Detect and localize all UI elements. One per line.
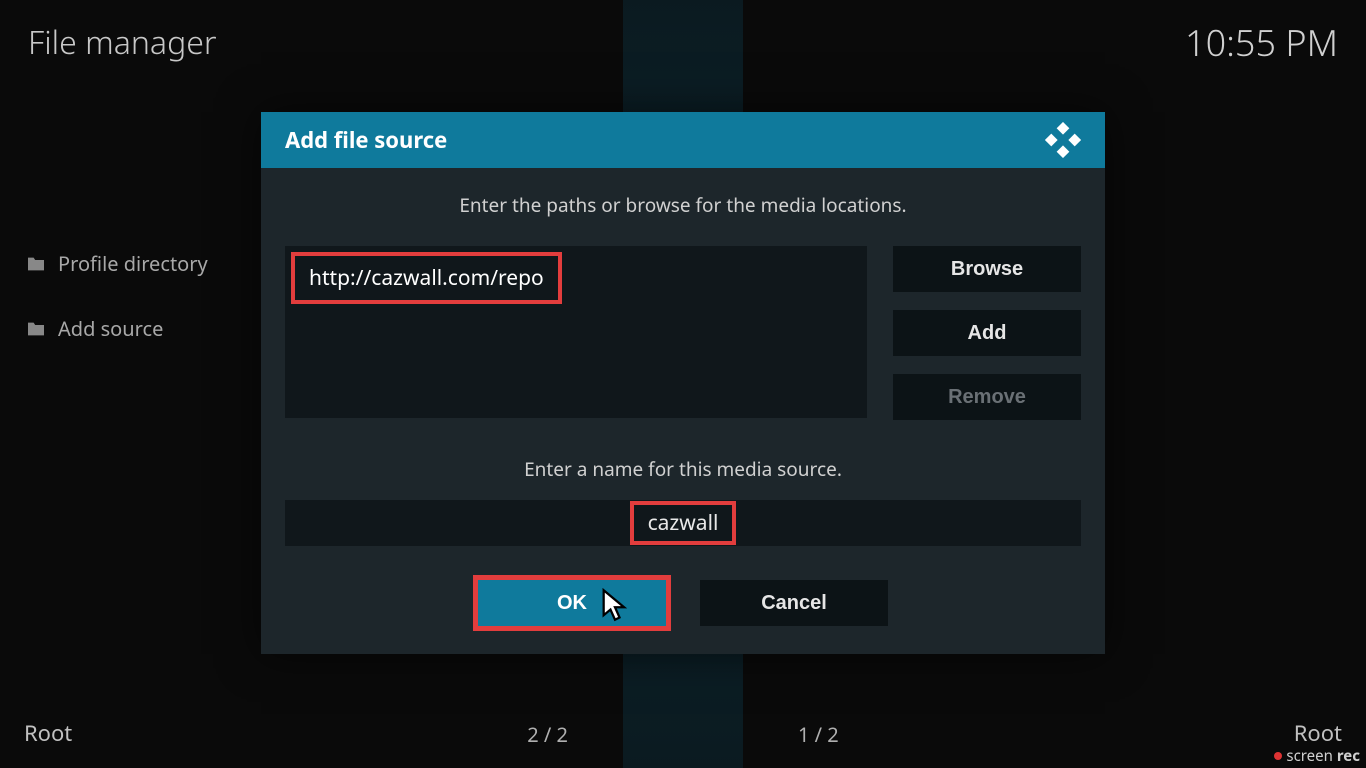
clock: 10:55 PM [1185,18,1338,67]
folder-icon [26,256,46,272]
page-title: File manager [28,21,217,64]
record-dot-icon [1274,752,1282,760]
source-name-input[interactable]: cazwall [285,500,1081,546]
cancel-button[interactable]: Cancel [700,580,888,626]
left-root-label: Root [24,718,72,748]
source-name-value: cazwall [630,501,737,545]
browse-button[interactable]: Browse [893,246,1081,292]
screenrec-watermark: screenrec [1274,746,1360,766]
screenrec-text-heavy: rec [1337,746,1360,766]
dialog-title-bar: Add file source [261,112,1105,168]
ok-button[interactable]: OK [478,580,666,626]
folder-icon [26,321,46,337]
paths-instruction: Enter the paths or browse for the media … [285,192,1081,218]
right-root-label: Root [1294,718,1342,748]
list-item[interactable]: Add source [18,305,248,352]
add-file-source-dialog: Add file source Enter the paths or brows… [261,112,1105,654]
kodi-logo-icon [1045,122,1081,158]
screenrec-text-light: screen [1286,746,1332,766]
paths-list[interactable]: http://cazwall.com/repo [285,246,867,418]
file-list-left: Profile directory Add source [18,240,248,370]
list-item[interactable]: Profile directory [18,240,248,287]
remove-button: Remove [893,374,1081,420]
dialog-title: Add file source [285,125,447,155]
list-item-label: Add source [58,315,163,342]
name-instruction: Enter a name for this media source. [285,456,1081,482]
add-button[interactable]: Add [893,310,1081,356]
list-item-label: Profile directory [58,250,208,277]
path-input[interactable]: http://cazwall.com/repo [291,252,562,304]
